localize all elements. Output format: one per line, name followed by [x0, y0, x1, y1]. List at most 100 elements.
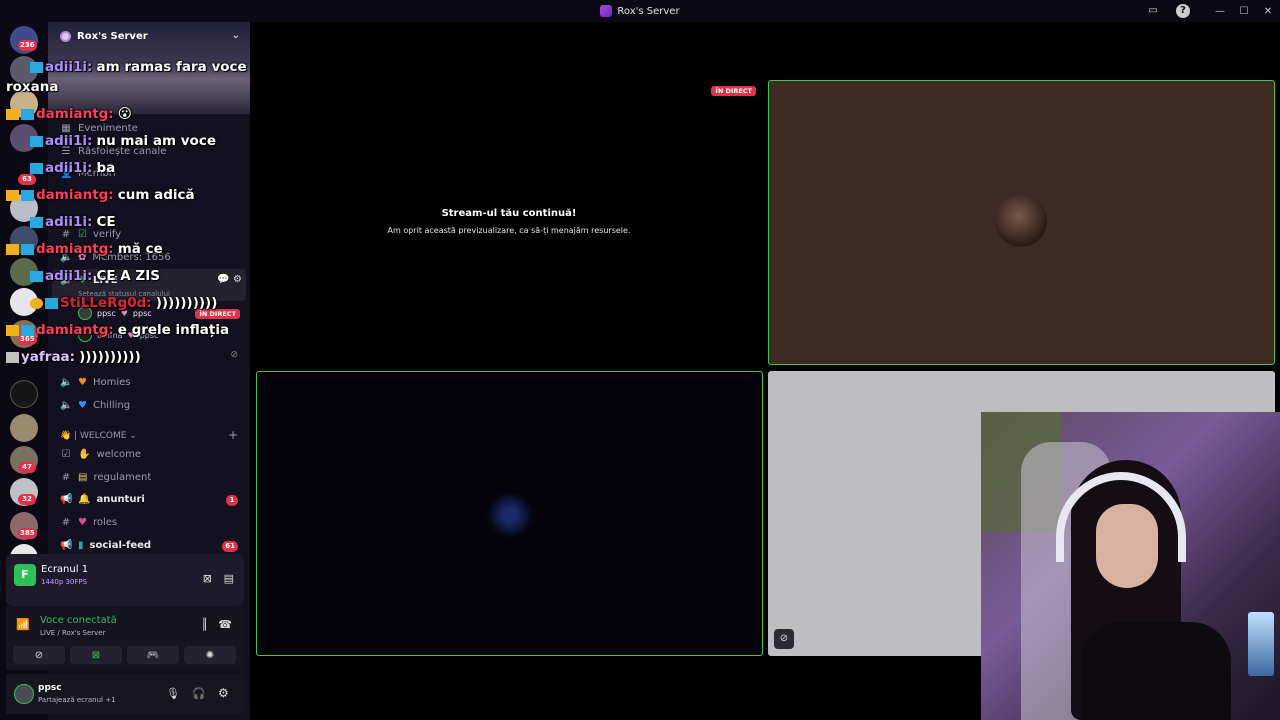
guild-icon[interactable] [10, 414, 38, 442]
guild-icon[interactable] [10, 288, 38, 316]
sidebar-item-label: Răsfoiește canale [78, 146, 167, 157]
channel-verify[interactable]: # ☑ verify [60, 229, 121, 240]
phone-icon: ▮ [78, 540, 84, 551]
avatar [78, 306, 92, 320]
channel-label: regulament [93, 472, 152, 483]
voice-status[interactable]: Voce conectată [40, 615, 117, 626]
voice-user-ppsc[interactable]: ppsc ♥ ppsc [78, 306, 152, 320]
channel-regulament[interactable]: # ▤ regulament [60, 472, 151, 483]
channel-label: LIVE [92, 275, 118, 286]
screen-share-title: Ecranul 1 [41, 564, 89, 575]
camera-off-button[interactable]: ⊘ [13, 646, 65, 664]
activities-button[interactable]: 🎮 [127, 646, 179, 664]
channel-label: social-feed [89, 540, 152, 551]
speaker-icon: 🔈 [60, 400, 73, 411]
settings-gear-icon[interactable]: ⚙ [218, 686, 229, 700]
disconnect-icon[interactable]: ☎ [218, 618, 232, 631]
stream-tile-self[interactable]: ÎN DIRECT Stream-ul tău continuă! Am opr… [256, 80, 762, 364]
stream-tile-ppsc[interactable] [768, 80, 1275, 365]
channel-label: roles [92, 517, 118, 528]
heart-icon: ♥ [120, 308, 128, 318]
channel-roles[interactable]: # ♥ roles [60, 517, 117, 528]
soundboard-icon: ✺ [205, 649, 215, 661]
guild-badge: 385 [18, 528, 37, 539]
username[interactable]: ppsc [38, 683, 62, 693]
category-label: | WELCOME [74, 431, 127, 441]
stream-tile-emma[interactable] [256, 371, 763, 656]
channel-actions-icon[interactable]: 💬 ⚙ [217, 274, 242, 285]
guild-badge: 236 [18, 40, 37, 51]
announcement-icon: 📢 [60, 494, 73, 505]
gamepad-icon: 🎮 [146, 649, 160, 661]
noise-suppression-icon[interactable]: ║ [201, 618, 208, 631]
guild-icon[interactable] [10, 380, 38, 408]
maximize-button[interactable]: ☐ [1232, 6, 1256, 17]
channel-anunturi[interactable]: 📢 🔔 anunturi [60, 494, 145, 505]
channel-chilling[interactable]: 🔈 ♥ Chilling [60, 400, 130, 411]
avatar[interactable] [14, 684, 34, 704]
speaker-icon: 🔊 [60, 275, 73, 286]
muted-mic-icon: ⊘ [774, 629, 794, 649]
avatar [995, 195, 1047, 247]
bell-icon: 🔔 [78, 494, 91, 505]
sidebar-item-browse[interactable]: ☰ Răsfoiește canale [60, 146, 167, 157]
heart-icon: ♥ [78, 275, 87, 286]
guild-icon[interactable] [10, 226, 38, 254]
heart-icon: ♥ [78, 377, 87, 388]
voice-channel[interactable]: LIVE / Rox's Server [40, 629, 106, 637]
help-icon[interactable]: ? [1176, 4, 1190, 18]
screen-share-panel: F Ecranul 1 1440p 30FPS ⊠ ▤ [6, 554, 244, 606]
inbox-icon[interactable]: ▭ [1146, 4, 1160, 18]
headphones-icon[interactable]: 🎧 [192, 687, 206, 700]
guild-icon[interactable] [10, 90, 38, 118]
guild-icon[interactable] [10, 56, 38, 84]
guild-icon[interactable] [10, 124, 38, 152]
sidebar-item-members[interactable]: 👤 Membri [60, 168, 116, 179]
scroll-icon: ▤ [78, 472, 88, 483]
voice-user-tag: ppsc [139, 330, 159, 340]
guild-icon[interactable] [10, 258, 38, 286]
soundboard-button[interactable]: ✺ [184, 646, 236, 664]
server-icon [600, 5, 613, 17]
minimize-button[interactable]: — [1208, 6, 1232, 17]
channel-status-hint[interactable]: Setează statusul canalului [78, 290, 170, 298]
guild-badge: 63 [18, 174, 36, 185]
channel-label: Members: 1656 [92, 252, 171, 263]
paused-title: Stream-ul tău continuă! [441, 208, 577, 219]
channel-live[interactable]: 🔊 ♥ LIVE [60, 275, 118, 286]
channel-label: verify [92, 229, 122, 240]
sidebar-item-events[interactable]: ▦ Evenimente [60, 123, 138, 134]
channel-social-feed[interactable]: 📢 ▮ social-feed [60, 540, 151, 551]
unread-badge: 1 [226, 495, 238, 506]
members-icon: 👤 [60, 168, 73, 179]
close-button[interactable]: ✕ [1256, 6, 1280, 17]
speaker-icon: 🔈 [60, 252, 73, 263]
hash-icon: # [61, 472, 71, 483]
user-activity: Partajează ecranul +1 [38, 696, 116, 704]
sidebar-item-label: Membri [78, 168, 116, 179]
channel-welcome[interactable]: ☑ ✋ welcome [60, 449, 142, 460]
muted-icon: ⊘ [230, 350, 238, 360]
stream-settings-icon[interactable]: ▤ [224, 572, 234, 585]
add-channel-icon[interactable]: + [228, 428, 238, 442]
avatar [485, 492, 535, 538]
screen-icon: ⊠ [91, 649, 101, 661]
channel-homies[interactable]: 🔈 ♥ Homies [60, 377, 131, 388]
chevron-down-icon[interactable]: ⌄ [232, 30, 240, 41]
shirt [1081, 622, 1231, 720]
voice-user-emma[interactable]: Emma ♥ ppsc [78, 328, 158, 342]
calendar-icon: ▦ [61, 123, 71, 134]
server-header[interactable]: Rox's Server [60, 31, 148, 42]
voice-user-tag: ppsc [132, 308, 152, 318]
stop-stream-icon[interactable]: ⊠ [203, 572, 212, 585]
channel-members-count[interactable]: 🔈 ✿ Members: 1656 [60, 252, 171, 263]
signal-icon[interactable]: 📶 [16, 618, 30, 631]
hash-icon: # [61, 229, 71, 240]
guild-icon[interactable] [10, 194, 38, 222]
speaker-icon: 🔈 [60, 377, 73, 388]
category-welcome[interactable]: 👋 | WELCOME ⌄ [60, 431, 137, 441]
screen-share-button[interactable]: ⊠ [70, 646, 122, 664]
window-title: Rox's Server [617, 5, 680, 17]
mic-icon[interactable]: 🎙 [166, 687, 180, 700]
live-badge: ÎN DIRECT [711, 86, 756, 96]
